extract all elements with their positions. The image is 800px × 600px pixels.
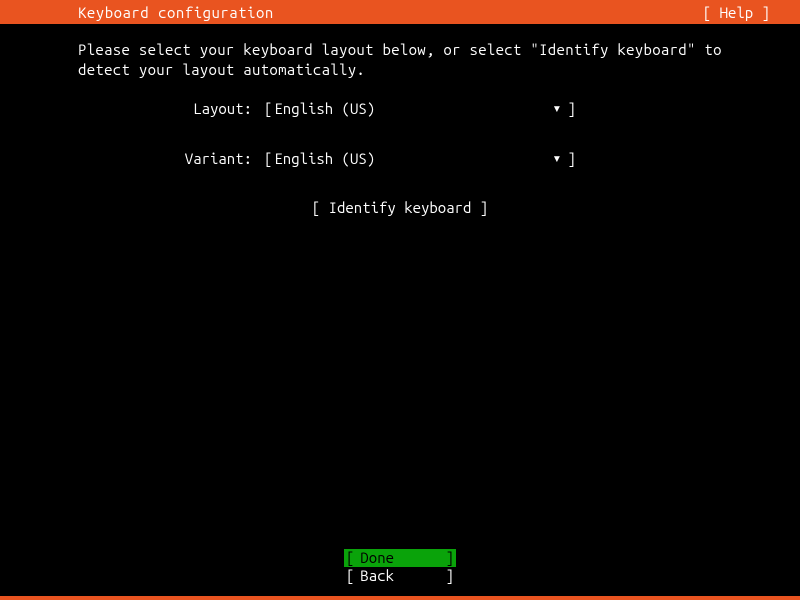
layout-dropdown[interactable]: [ English (US) ▾ ] bbox=[264, 99, 576, 117]
footer-buttons: [Done] [Back] bbox=[0, 549, 800, 587]
header-bar: Keyboard configuration [ Help ] bbox=[0, 0, 800, 24]
back-button[interactable]: [Back] bbox=[344, 567, 456, 586]
chevron-down-icon: ▾ bbox=[552, 149, 561, 167]
back-row: [Back] bbox=[0, 567, 800, 586]
help-button[interactable]: [ Help ] bbox=[703, 4, 790, 21]
bracket-close: ] bbox=[567, 150, 575, 167]
identify-keyboard-button[interactable]: [ Identify keyboard ] bbox=[312, 199, 488, 216]
bracket-open: [ bbox=[344, 549, 354, 566]
variant-row: Variant: [ English (US) ▾ ] bbox=[168, 149, 722, 167]
bracket-close: ] bbox=[567, 100, 575, 117]
bracket-close: ] bbox=[446, 567, 456, 586]
bracket-open: [ bbox=[264, 150, 272, 167]
bracket-open: [ bbox=[344, 567, 354, 584]
identify-row: [ Identify keyboard ] bbox=[78, 199, 722, 216]
done-row: [Done] bbox=[0, 549, 800, 568]
layout-value: English (US) bbox=[274, 100, 552, 117]
bottom-accent-stripe bbox=[0, 596, 800, 600]
done-label: Done bbox=[354, 549, 394, 566]
page-title: Keyboard configuration bbox=[78, 4, 274, 21]
bracket-close: ] bbox=[446, 549, 456, 568]
chevron-down-icon: ▾ bbox=[552, 99, 561, 117]
content-area: Please select your keyboard layout below… bbox=[0, 24, 800, 216]
variant-value: English (US) bbox=[274, 150, 552, 167]
variant-dropdown[interactable]: [ English (US) ▾ ] bbox=[264, 149, 576, 167]
instruction-text: Please select your keyboard layout below… bbox=[78, 40, 722, 79]
back-label: Back bbox=[354, 567, 394, 584]
variant-label: Variant: bbox=[168, 150, 264, 167]
layout-row: Layout: [ English (US) ▾ ] bbox=[168, 99, 722, 117]
layout-label: Layout: bbox=[168, 100, 264, 117]
bracket-open: [ bbox=[264, 100, 272, 117]
done-button[interactable]: [Done] bbox=[344, 549, 456, 568]
